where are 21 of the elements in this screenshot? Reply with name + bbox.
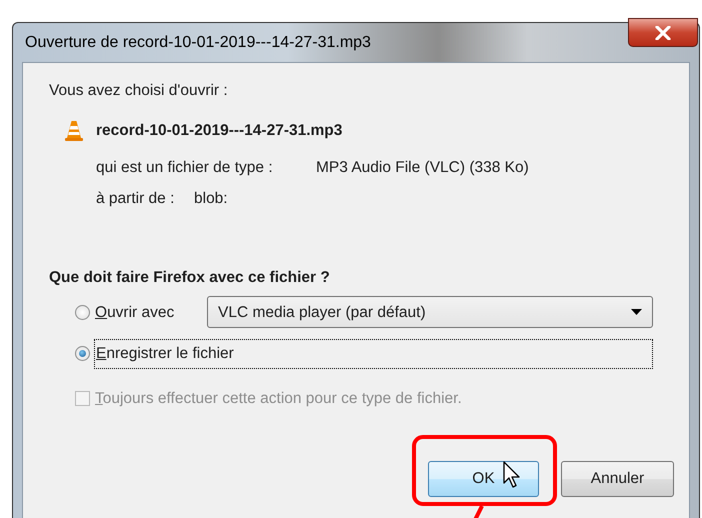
close-icon: [655, 26, 671, 40]
traffic-cone-icon: [64, 120, 84, 142]
mouse-pointer-icon: [502, 461, 522, 489]
field-label: qui est un fichier de type :: [96, 158, 274, 178]
window-title: Ouverture de record-10-01-2019---14-27-31.mp3: [25, 32, 371, 52]
app-dropdown[interactable]: VLC media player (par défaut): [207, 296, 653, 328]
field-value: MP3 Audio File (VLC) (338 Ko): [316, 158, 529, 178]
file-name: record-10-01-2019---14-27-31.mp3: [96, 121, 342, 142]
cancel-button[interactable]: Annuler: [561, 460, 674, 497]
radio-label[interactable]: Enregistrer le fichier: [95, 340, 652, 368]
close-button[interactable]: [628, 18, 698, 47]
intro-text: Vous avez choisi d'ouvrir :: [49, 81, 229, 101]
ok-button[interactable]: OK: [428, 460, 539, 497]
field-label: à partir de :: [96, 188, 176, 209]
field-value: blob:: [194, 188, 228, 209]
radio-button[interactable]: [75, 346, 90, 362]
radio-label[interactable]: Ouvrir avec: [95, 300, 202, 324]
caret-icon: [631, 309, 642, 316]
radio-button[interactable]: [75, 304, 90, 320]
question-text: Que doit faire Firefox avec ce fichier ?: [49, 268, 331, 288]
dropdown-value: VLC media player (par défaut): [218, 302, 426, 323]
